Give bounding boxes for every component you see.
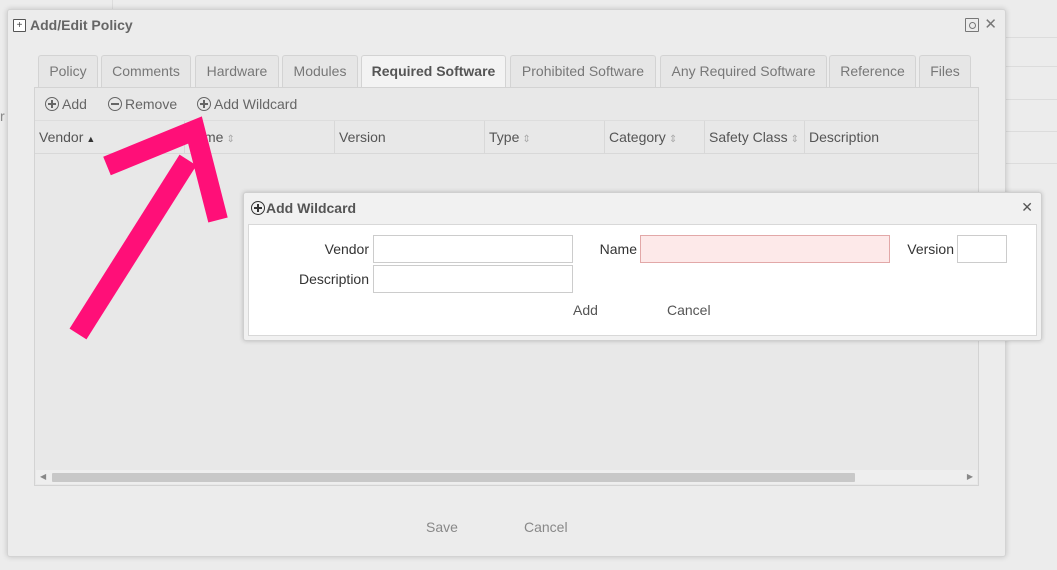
description-label: Description (298, 271, 369, 287)
cancel-button[interactable]: Cancel (524, 519, 568, 535)
dialog-window-icon: + (13, 19, 26, 32)
background-row-line (1005, 131, 1057, 132)
name-label: Name (599, 241, 637, 257)
background-row-line (1005, 163, 1057, 164)
close-icon[interactable]: ✕ (984, 15, 997, 33)
restore-window-icon[interactable] (965, 18, 979, 32)
vendor-label: Vendor (324, 241, 369, 257)
column-header-category[interactable]: Category ⇕ (605, 121, 705, 153)
horizontal-scrollbar[interactable]: ◀ ▶ (36, 470, 977, 484)
add-wildcard-form: Vendor Name Version Description Add Canc… (248, 224, 1037, 336)
column-header-safety-class[interactable]: Safety Class ⇕ (705, 121, 805, 153)
scroll-right-icon[interactable]: ▶ (967, 470, 973, 484)
plus-circle-icon (251, 201, 265, 215)
scroll-left-icon[interactable]: ◀ (40, 470, 46, 484)
tab-any-required-software[interactable]: Any Required Software (660, 55, 827, 87)
plus-circle-icon (45, 97, 59, 111)
minus-circle-icon (108, 97, 122, 111)
background-row-line (1005, 99, 1057, 100)
background-row-line (1005, 66, 1057, 67)
remove-button[interactable]: Remove (108, 96, 177, 112)
scrollbar-thumb[interactable] (52, 473, 855, 482)
plus-circle-icon (197, 97, 211, 111)
tab-policy[interactable]: Policy (38, 55, 98, 87)
save-button[interactable]: Save (426, 519, 458, 535)
column-header-version[interactable]: Version (335, 121, 485, 153)
version-input[interactable] (957, 235, 1007, 263)
add-wildcard-dialog: Add Wildcard ✕ Vendor Name Version Descr… (243, 192, 1042, 341)
tab-files[interactable]: Files (919, 55, 971, 87)
vendor-input[interactable] (373, 235, 573, 263)
description-input[interactable] (373, 265, 573, 293)
dialog-titlebar[interactable]: + Add/Edit Policy ✕ (8, 10, 1005, 42)
close-icon[interactable]: ✕ (1021, 199, 1033, 216)
background-text-fragment: r (0, 108, 5, 124)
tab-required-software[interactable]: Required Software (361, 55, 506, 89)
column-header-description[interactable]: Description (805, 121, 978, 153)
add-wildcard-cancel-button[interactable]: Cancel (667, 302, 711, 318)
tab-comments[interactable]: Comments (101, 55, 191, 87)
sort-icon: ⇕ (522, 134, 531, 145)
background-row-line (1005, 37, 1057, 38)
add-wildcard-submit-button[interactable]: Add (573, 302, 598, 318)
tab-modules[interactable]: Modules (282, 55, 358, 87)
annotation-arrow-icon (69, 116, 228, 340)
add-wildcard-button[interactable]: Add Wildcard (197, 96, 297, 112)
add-wildcard-dialog-title: Add Wildcard (251, 200, 356, 216)
column-header-type[interactable]: Type ⇕ (485, 121, 605, 153)
sort-icon: ⇕ (668, 134, 678, 145)
version-label: Version (907, 241, 954, 257)
add-button[interactable]: Add (45, 96, 87, 112)
tab-hardware[interactable]: Hardware (195, 55, 279, 87)
arrow-shaft (69, 154, 197, 340)
tab-reference[interactable]: Reference (829, 55, 916, 87)
dialog-title: Add/Edit Policy (30, 17, 133, 33)
sort-icon: ⇕ (790, 134, 799, 145)
name-input[interactable] (640, 235, 890, 263)
tab-prohibited-software[interactable]: Prohibited Software (510, 55, 656, 87)
